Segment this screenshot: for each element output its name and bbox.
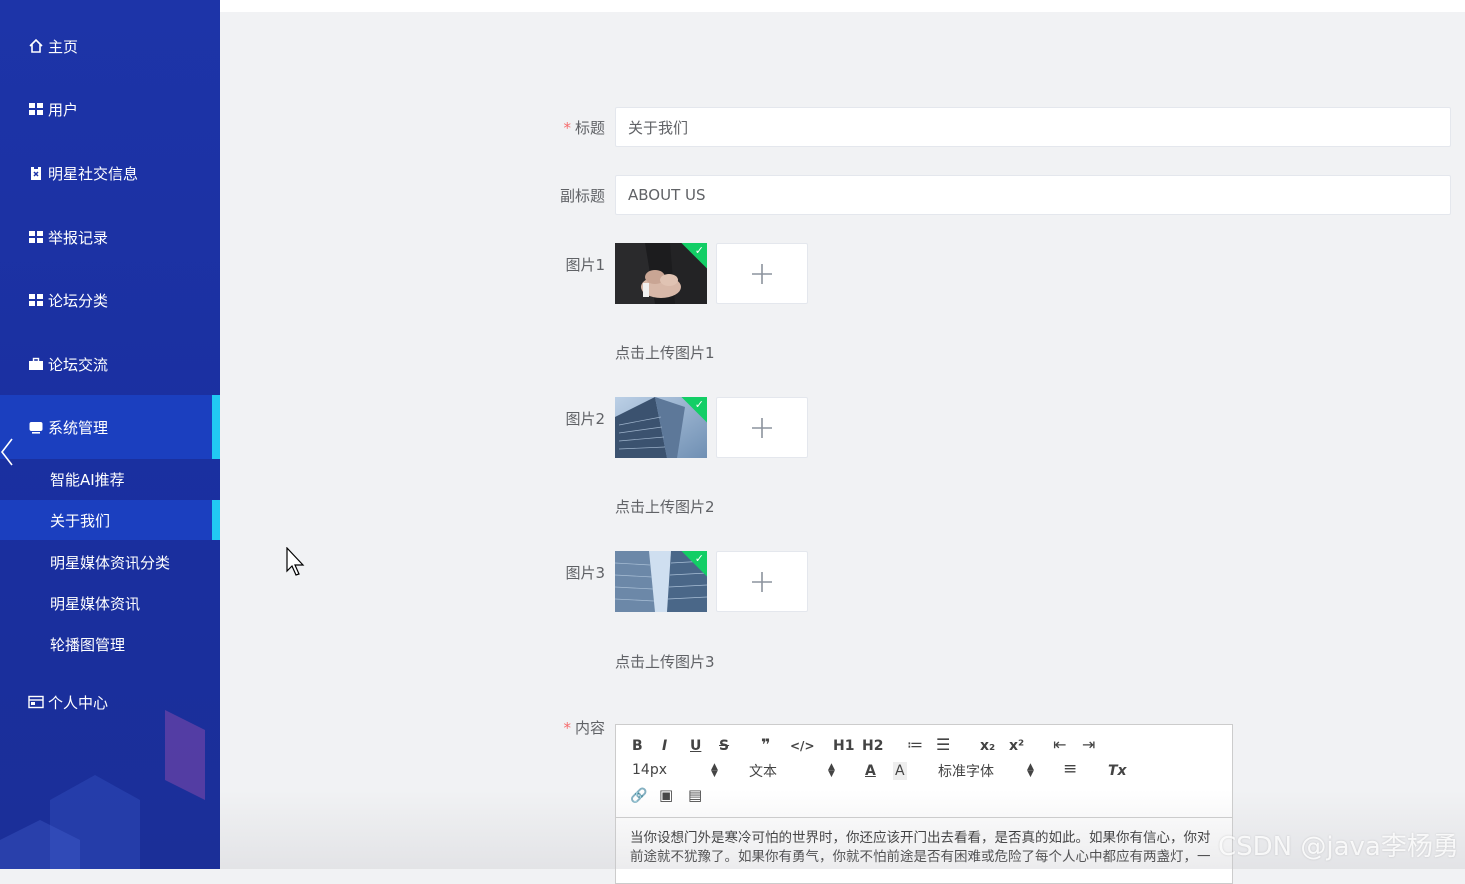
clean-format-button[interactable]: Tx: [1108, 762, 1127, 780]
sidebar-item-label: 系统管理: [48, 418, 109, 437]
submenu-item-ai-recommend[interactable]: 智能AI推荐: [0, 459, 220, 499]
sidebar-item-users[interactable]: 用户: [0, 84, 220, 134]
sidebar-item-forum-category[interactable]: 论坛分类: [0, 275, 220, 325]
id-card-icon: [28, 694, 44, 710]
check-icon: ✓: [694, 398, 704, 411]
image2-thumbnail[interactable]: ✓: [615, 397, 707, 458]
mouse-cursor-icon: [286, 547, 305, 576]
monitor-icon: [28, 419, 44, 435]
image1-upload-button[interactable]: [716, 243, 808, 304]
video-button[interactable]: ▤: [688, 786, 702, 804]
blockquote-button[interactable]: ❞: [761, 736, 770, 754]
image2-upload-button[interactable]: [716, 397, 808, 458]
sidebar-item-label: 个人中心: [48, 693, 109, 712]
subscript-button[interactable]: x₂: [980, 737, 995, 755]
font-color-button[interactable]: A: [865, 762, 876, 780]
image3-thumbnail[interactable]: ✓: [615, 551, 707, 612]
bold-button[interactable]: B: [632, 737, 643, 755]
link-button[interactable]: 🔗: [630, 787, 647, 805]
submenu-item-label: 轮播图管理: [50, 635, 126, 654]
plus-icon: [752, 571, 772, 592]
watermark: CSDN @java李杨勇: [1218, 832, 1459, 862]
chevron-left-icon[interactable]: [0, 437, 14, 467]
header-select[interactable]: 文本 ▲ ▼: [749, 761, 837, 781]
sidebar-item-label: 用户: [48, 100, 79, 119]
select-arrows-icon: ▲ ▼: [828, 762, 835, 779]
superscript-button[interactable]: x²: [1009, 737, 1024, 755]
image2-upload-tip: 点击上传图片2: [615, 498, 715, 516]
check-icon: ✓: [694, 552, 704, 565]
grid-icon: [28, 101, 44, 117]
submenu-item-label: 关于我们: [50, 511, 111, 530]
submenu-item-media-category[interactable]: 明星媒体资讯分类: [0, 542, 220, 582]
sidebar-item-label: 主页: [48, 37, 79, 56]
briefcase-icon: [28, 356, 44, 372]
submenu-item-label: 明星媒体资讯: [50, 594, 141, 613]
grid-icon: [28, 292, 44, 308]
rich-text-editor[interactable]: B I U S ❞ </> H1 H2 ≔ ☰ x₂ x² ⇤ ⇥ 14px ▲…: [615, 724, 1233, 884]
submenu-item-label: 智能AI推荐: [50, 470, 125, 489]
sidebar-item-label: 论坛分类: [48, 291, 109, 310]
image2-label: 图片2: [565, 410, 605, 428]
plus-icon: [752, 417, 772, 438]
select-arrows-icon: ▲ ▼: [1027, 762, 1034, 779]
image1-upload-tip: 点击上传图片1: [615, 344, 715, 362]
sidebar-item-label: 明星社交信息: [48, 164, 139, 183]
select-arrows-icon: ▲ ▼: [711, 762, 718, 779]
sidebar: 主页 用户 明星社交信息 举报记录 论坛分类 论坛交流 系统管理 智能AI推荐 …: [0, 0, 220, 869]
code-block-button[interactable]: </>: [790, 737, 815, 755]
top-bar: [220, 0, 1465, 12]
image-button[interactable]: ▣: [659, 786, 673, 804]
sidebar-item-reports[interactable]: 举报记录: [0, 212, 220, 262]
align-button[interactable]: ≡: [1063, 760, 1077, 778]
submenu-item-carousel[interactable]: 轮播图管理: [0, 624, 220, 664]
submenu-item-media-news[interactable]: 明星媒体资讯: [0, 583, 220, 623]
image3-label: 图片3: [565, 564, 605, 582]
editor-toolbar: B I U S ❞ </> H1 H2 ≔ ☰ x₂ x² ⇤ ⇥ 14px ▲…: [616, 725, 1232, 818]
italic-button[interactable]: I: [662, 737, 667, 755]
underline-button[interactable]: U: [690, 737, 701, 755]
image3-upload-tip: 点击上传图片3: [615, 653, 715, 671]
indent-button[interactable]: ⇥: [1082, 736, 1095, 754]
content-line: 前途就不犹豫了。如果你有勇气，你就不怕前途是否有困难或危险了每个人心中都应有两盏…: [630, 849, 1211, 865]
strike-button[interactable]: S: [719, 737, 729, 755]
content-line: 当你设想门外是寒冷可怕的世界时，你还应该开门出去看看，是否真的如此。如果你有信心…: [630, 830, 1211, 846]
font-size-select[interactable]: 14px ▲ ▼: [632, 762, 720, 779]
sidebar-item-system[interactable]: 系统管理: [0, 395, 220, 459]
editor-content[interactable]: 当你设想门外是寒冷可怕的世界时，你还应该开门出去看看，是否真的如此。如果你有信心…: [630, 829, 1220, 867]
bullet-list-button[interactable]: ☰: [936, 736, 950, 754]
sidebar-item-star-social[interactable]: 明星社交信息: [0, 148, 220, 198]
check-icon: ✓: [694, 244, 704, 257]
clipboard-icon: [28, 165, 44, 181]
header1-button[interactable]: H1: [833, 737, 854, 755]
sidebar-item-label: 举报记录: [48, 228, 109, 247]
required-mark: *: [563, 719, 571, 737]
subtitle-input[interactable]: [615, 175, 1451, 215]
font-family-select[interactable]: 标准字体 ▲ ▼: [938, 761, 1036, 781]
image3-upload-button[interactable]: [716, 551, 808, 612]
title-label: * 标题: [563, 119, 605, 137]
submenu-item-about-us[interactable]: 关于我们: [0, 500, 220, 540]
outdent-button[interactable]: ⇤: [1053, 736, 1066, 754]
content-label: * 内容: [563, 719, 605, 737]
image1-label: 图片1: [565, 256, 605, 274]
sidebar-item-profile[interactable]: 个人中心: [0, 677, 220, 727]
image1-thumbnail[interactable]: ✓: [615, 243, 707, 304]
submenu-item-label: 明星媒体资讯分类: [50, 553, 171, 572]
home-icon: [28, 38, 44, 54]
grid-icon: [28, 229, 44, 245]
required-mark: *: [563, 119, 571, 137]
plus-icon: [752, 263, 772, 284]
header2-button[interactable]: H2: [862, 737, 883, 755]
title-input[interactable]: [615, 107, 1451, 147]
sidebar-item-forum[interactable]: 论坛交流: [0, 339, 220, 389]
sidebar-item-home[interactable]: 主页: [0, 21, 220, 71]
background-color-button[interactable]: A: [893, 762, 907, 780]
subtitle-label: 副标题: [559, 187, 605, 205]
ordered-list-button[interactable]: ≔: [907, 736, 923, 754]
sidebar-item-label: 论坛交流: [48, 355, 109, 374]
